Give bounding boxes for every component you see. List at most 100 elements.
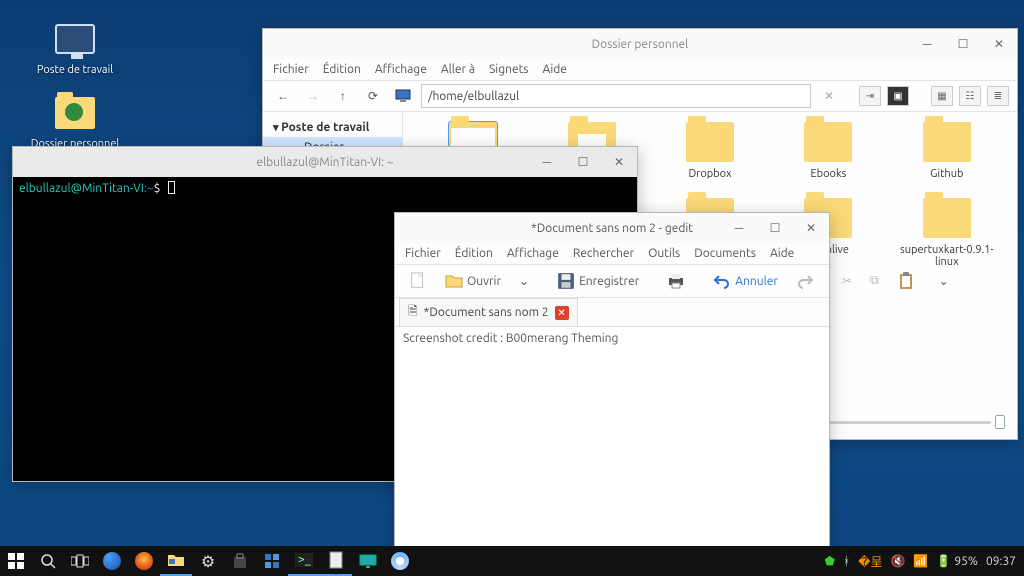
paste-button[interactable] [891, 268, 921, 294]
menu-documents[interactable]: Documents [694, 247, 756, 260]
view-list-button[interactable]: ≣ [987, 86, 1009, 106]
gedit-toolbar: Ouvrir ⌄ Enregistrer Annuler ✂ ⧉ ⌄ [395, 264, 829, 298]
desktop-icon-computer[interactable]: Poste de travail [30, 18, 120, 76]
menu-go[interactable]: Aller à [441, 63, 475, 76]
gedit-editor[interactable]: Screenshot credit : B00merang Theming [395, 327, 829, 547]
maximize-button[interactable]: ☐ [757, 213, 793, 243]
toolbar-overflow[interactable]: ⌄ [933, 268, 955, 294]
path-input[interactable] [421, 84, 811, 108]
menu-file[interactable]: Fichier [405, 247, 441, 260]
folder-icon [167, 552, 185, 568]
maximize-button[interactable]: ☐ [945, 29, 981, 59]
forward-button[interactable]: → [301, 84, 325, 108]
close-button[interactable]: ✕ [981, 29, 1017, 59]
folder-item[interactable]: supertuxkart-0.9.1-linux [893, 198, 1001, 268]
desktop-icon-home[interactable]: Dossier personnel [30, 92, 120, 150]
minimize-button[interactable]: ─ [721, 213, 757, 243]
folder-item[interactable]: Ebooks [774, 122, 882, 180]
taskbar-monitor[interactable] [352, 546, 384, 576]
tray-updates-icon[interactable]: �呈 [858, 553, 882, 570]
windows-icon [8, 553, 24, 569]
system-tray: ⬟ ᚼ �呈 🔇 📶 🔋95% 09:37 [825, 553, 1024, 570]
taskbar: ⚙ >_ ⬟ ᚼ �呈 🔇 📶 🔋95% 09:37 const data = … [0, 546, 1024, 576]
tab-close-button[interactable]: ✕ [555, 306, 569, 320]
display-icon [359, 554, 377, 568]
sidebar-header[interactable]: ▾ Poste de travail [263, 118, 402, 137]
redo-button[interactable] [790, 268, 820, 294]
minimize-button[interactable]: ─ [529, 147, 565, 177]
taskbar-firefox[interactable] [128, 546, 160, 576]
folder-item[interactable]: Github [893, 122, 1001, 180]
save-button[interactable]: Enregistrer [551, 268, 645, 294]
terminal-prompt-path: :~ [144, 182, 154, 195]
terminal-here-button[interactable]: ▣ [887, 86, 909, 106]
search-button[interactable] [32, 546, 64, 576]
tray-shield-icon[interactable]: ⬟ [825, 554, 835, 568]
clear-path-button[interactable]: ✕ [817, 84, 841, 108]
up-button[interactable]: ↑ [331, 84, 355, 108]
start-button[interactable] [0, 546, 32, 576]
gedit-titlebar[interactable]: *Document sans nom 2 - gedit ─ ☐ ✕ [395, 213, 829, 243]
copy-button[interactable]: ⧉ [864, 268, 885, 294]
open-button[interactable]: Ouvrir [439, 268, 507, 294]
search-icon [40, 553, 56, 569]
taskview-icon [71, 554, 89, 568]
taskbar-appgrid[interactable] [256, 546, 288, 576]
printer-icon [667, 272, 685, 290]
document-icon [409, 272, 427, 290]
open-dropdown[interactable]: ⌄ [513, 268, 535, 294]
terminal-titlebar[interactable]: elbullazul@MinTitan-VI: ~ ─ ☐ ✕ [13, 147, 637, 177]
reload-button[interactable]: ⟳ [361, 84, 385, 108]
tray-volume-icon[interactable]: 🔇 [890, 554, 905, 568]
undo-button[interactable]: Annuler [707, 268, 784, 294]
redo-icon [796, 272, 814, 290]
menu-search[interactable]: Rechercher [573, 247, 634, 260]
cut-button[interactable]: ✂ [836, 268, 858, 294]
view-compact-button[interactable]: ☷ [959, 86, 981, 106]
menu-help[interactable]: Aide [543, 63, 567, 76]
toggle-path-button[interactable]: ⇥ [859, 86, 881, 106]
tray-clock[interactable]: 09:37 [986, 555, 1016, 568]
menu-tools[interactable]: Outils [648, 247, 680, 260]
tray-bluetooth-icon[interactable]: ᚼ [843, 555, 850, 568]
terminal-prompt-user: elbullazul@MinTitan-VI [19, 182, 144, 195]
gedit-tabs: 🗎 *Document sans nom 2 ✕ [395, 298, 829, 327]
taskbar-thunderbird[interactable] [96, 546, 128, 576]
folder-open-icon [445, 272, 463, 290]
new-button[interactable] [403, 268, 433, 294]
taskbar-gedit[interactable] [320, 546, 352, 576]
taskbar-files[interactable] [160, 546, 192, 576]
bag-icon [232, 553, 248, 569]
monitor-icon [395, 88, 411, 104]
back-button[interactable]: ← [271, 84, 295, 108]
home-folder-icon [54, 92, 96, 134]
print-button[interactable] [661, 268, 691, 294]
menu-bookmarks[interactable]: Signets [489, 63, 529, 76]
menu-help[interactable]: Aide [770, 247, 794, 260]
gedit-tab[interactable]: 🗎 *Document sans nom 2 ✕ [399, 298, 578, 326]
terminal-cursor [168, 181, 175, 194]
close-button[interactable]: ✕ [793, 213, 829, 243]
clipboard-icon [897, 272, 915, 290]
folder-item[interactable]: Dropbox [656, 122, 764, 180]
close-button[interactable]: ✕ [601, 147, 637, 177]
taskbar-store[interactable] [224, 546, 256, 576]
taskview-button[interactable] [64, 546, 96, 576]
tray-battery[interactable]: 🔋95% [936, 554, 978, 568]
taskbar-settings[interactable]: ⚙ [192, 546, 224, 576]
gedit-window: *Document sans nom 2 - gedit ─ ☐ ✕ Fichi… [394, 212, 830, 552]
taskbar-chromium[interactable] [384, 546, 416, 576]
taskbar-terminal[interactable]: >_ [288, 546, 320, 576]
home-button[interactable] [391, 84, 415, 108]
minimize-button[interactable]: ─ [909, 29, 945, 59]
save-icon [557, 272, 575, 290]
menu-file[interactable]: Fichier [273, 63, 309, 76]
menu-edit[interactable]: Édition [323, 63, 361, 76]
tray-wifi-icon[interactable]: 📶 [913, 554, 928, 568]
maximize-button[interactable]: ☐ [565, 147, 601, 177]
menu-edit[interactable]: Édition [455, 247, 493, 260]
view-icons-button[interactable]: ▦ [931, 86, 953, 106]
menu-view[interactable]: Affichage [507, 247, 559, 260]
file-manager-titlebar[interactable]: Dossier personnel ─ ☐ ✕ [263, 29, 1017, 59]
menu-view[interactable]: Affichage [375, 63, 427, 76]
